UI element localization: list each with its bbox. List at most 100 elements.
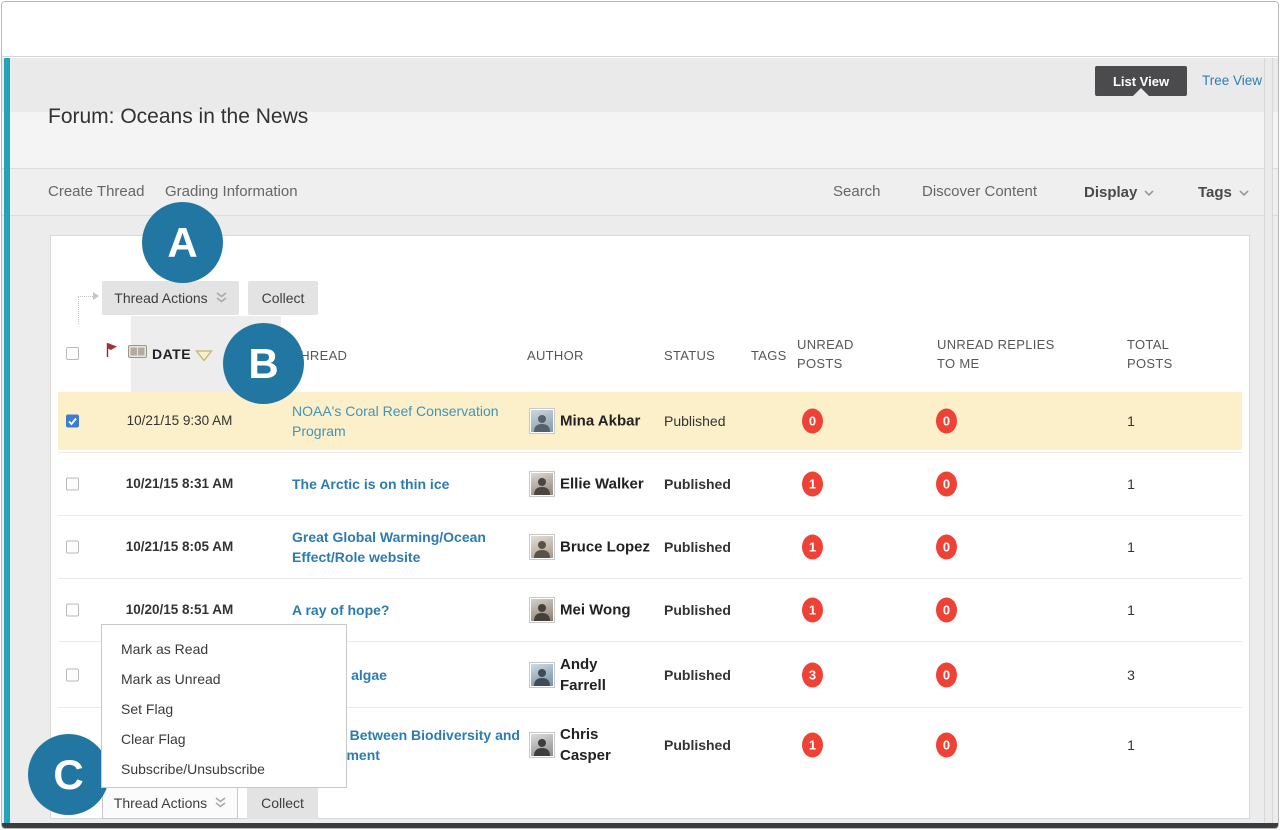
total-posts: 1 [1116, 602, 1146, 618]
menu-item-mark-as-unread[interactable]: Mark as Unread [102, 664, 346, 694]
avatar [529, 597, 555, 623]
display-label: Display [1084, 184, 1137, 201]
collect-button-top[interactable]: Collect [248, 281, 318, 315]
discover-content-button[interactable]: Discover Content [922, 183, 1037, 200]
thread-date: 10/20/15 8:51 AM [122, 600, 237, 620]
tab-list-view[interactable]: List View [1095, 66, 1187, 96]
tags-dropdown[interactable]: Tags [1198, 183, 1249, 201]
thread-actions-label: Thread Actions [114, 290, 207, 306]
row-checkbox[interactable] [66, 604, 79, 617]
chevron-down-icon [1239, 183, 1249, 200]
header-band [2, 58, 1278, 112]
collect-label: Collect [261, 795, 304, 811]
list-view-label: List View [1113, 74, 1169, 89]
thread-author[interactable]: Mei Wong [560, 600, 664, 621]
table-row: 10/21/15 9:30 AM NOAA's Coral Reef Conse… [58, 392, 1242, 450]
thread-author[interactable]: Bruce Lopez [560, 537, 664, 558]
column-header-unread-replies[interactable]: UNREAD REPLIES TO ME [937, 335, 1063, 373]
thread-status: Published [664, 737, 731, 753]
collect-label: Collect [262, 290, 305, 306]
thread-date: 10/21/15 8:31 AM [122, 474, 237, 494]
table-row: 10/21/15 8:05 AM Great Global Warming/Oc… [58, 515, 1242, 578]
thread-author[interactable]: Mina Akbar [560, 411, 664, 432]
unread-replies-badge: 0 [936, 733, 957, 758]
avatar [529, 471, 555, 497]
left-accent-stripe [4, 58, 10, 823]
thread-actions-button-top[interactable]: Thread Actions [102, 281, 239, 315]
tags-label: Tags [1198, 184, 1232, 201]
thread-author[interactable]: Chris Casper [560, 724, 616, 766]
row-checkbox[interactable] [66, 478, 79, 491]
unread-replies-badge: 0 [936, 598, 957, 623]
unread-posts-badge: 3 [802, 662, 823, 687]
thread-actions-button-bottom[interactable]: Thread Actions [102, 786, 238, 819]
thread-date: 10/21/15 9:30 AM [122, 411, 237, 431]
top-bar [2, 2, 1278, 57]
thread-link[interactable]: A ray of hope? [292, 600, 520, 620]
unread-posts-badge: 1 [802, 535, 823, 560]
display-dropdown[interactable]: Display [1084, 183, 1154, 201]
unread-posts-badge: 1 [802, 472, 823, 497]
thread-date: 10/21/15 8:05 AM [122, 537, 237, 557]
column-header-date[interactable]: DATE [152, 345, 191, 364]
grading-information-button[interactable]: Grading Information [165, 183, 298, 200]
menu-item-set-flag[interactable]: Set Flag [102, 694, 346, 724]
thread-actions-menu: Mark as Read Mark as Unread Set Flag Cle… [101, 624, 347, 788]
search-button[interactable]: Search [833, 183, 881, 200]
table-row: 10/21/15 8:31 AM The Arctic is on thin i… [58, 452, 1242, 515]
thread-author[interactable]: Ellie Walker [560, 474, 664, 495]
chevron-down-icon [1144, 183, 1154, 200]
column-header-tags[interactable]: TAGS [751, 346, 787, 365]
unread-posts-badge: 1 [802, 598, 823, 623]
column-header-unread-posts[interactable]: UNREAD POSTS [797, 335, 869, 373]
avatar [529, 534, 555, 560]
flag-column-icon [105, 342, 118, 363]
row-checkbox[interactable] [66, 541, 79, 554]
indent-arrow-icon [78, 296, 93, 324]
thread-author[interactable]: Andy Farrell [560, 654, 616, 696]
row-checkbox-checked[interactable] [66, 415, 79, 428]
read-status-column-icon [128, 345, 147, 363]
unread-replies-badge: 0 [936, 662, 957, 687]
avatar [529, 662, 555, 688]
window-bottom-edge [2, 823, 1278, 829]
thread-actions-label: Thread Actions [114, 795, 207, 811]
column-header-total-posts[interactable]: TOTAL POSTS [1127, 335, 1187, 373]
sort-descending-icon[interactable] [195, 349, 213, 367]
column-header-author[interactable]: AUTHOR [527, 346, 584, 365]
thread-status: Published [664, 476, 731, 492]
unread-replies-badge: 0 [936, 409, 957, 434]
unread-replies-badge: 0 [936, 535, 957, 560]
thread-link[interactable]: Great Global Warming/Ocean Effect/Role w… [292, 527, 520, 567]
total-posts: 1 [1116, 413, 1146, 429]
scrollbar[interactable] [1264, 58, 1273, 823]
create-thread-button[interactable]: Create Thread [48, 183, 144, 200]
row-checkbox[interactable] [66, 668, 79, 681]
menu-item-clear-flag[interactable]: Clear Flag [102, 724, 346, 754]
double-chevron-icon [216, 290, 227, 306]
menu-item-mark-as-read[interactable]: Mark as Read [102, 634, 346, 664]
avatar [529, 732, 555, 758]
total-posts: 1 [1116, 737, 1146, 753]
unread-replies-badge: 0 [936, 472, 957, 497]
avatar [529, 408, 555, 434]
select-all-checkbox[interactable] [66, 347, 79, 360]
thread-status: Published [664, 667, 731, 683]
page-title: Forum: Oceans in the News [48, 105, 308, 129]
total-posts: 1 [1116, 539, 1146, 555]
unread-posts-badge: 0 [802, 409, 823, 434]
app-window: Introduction to Oceanography Discussion … [1, 1, 1279, 829]
column-header-status[interactable]: STATUS [664, 346, 715, 365]
double-chevron-icon [215, 795, 226, 811]
thread-status: Published [664, 539, 731, 555]
thread-status: Published [664, 413, 726, 429]
annotation-circle-b: B [223, 323, 304, 404]
thread-link[interactable]: The Arctic is on thin ice [292, 474, 520, 494]
menu-item-subscribe-unsubscribe[interactable]: Subscribe/Unsubscribe [102, 754, 346, 784]
collect-button-bottom[interactable]: Collect [247, 786, 318, 819]
annotation-circle-c: C [28, 734, 109, 815]
total-posts: 3 [1116, 667, 1146, 683]
thread-status: Published [664, 602, 731, 618]
thread-link[interactable]: NOAA's Coral Reef Conservation Program [292, 401, 520, 441]
tab-tree-view[interactable]: Tree View [1202, 73, 1262, 88]
